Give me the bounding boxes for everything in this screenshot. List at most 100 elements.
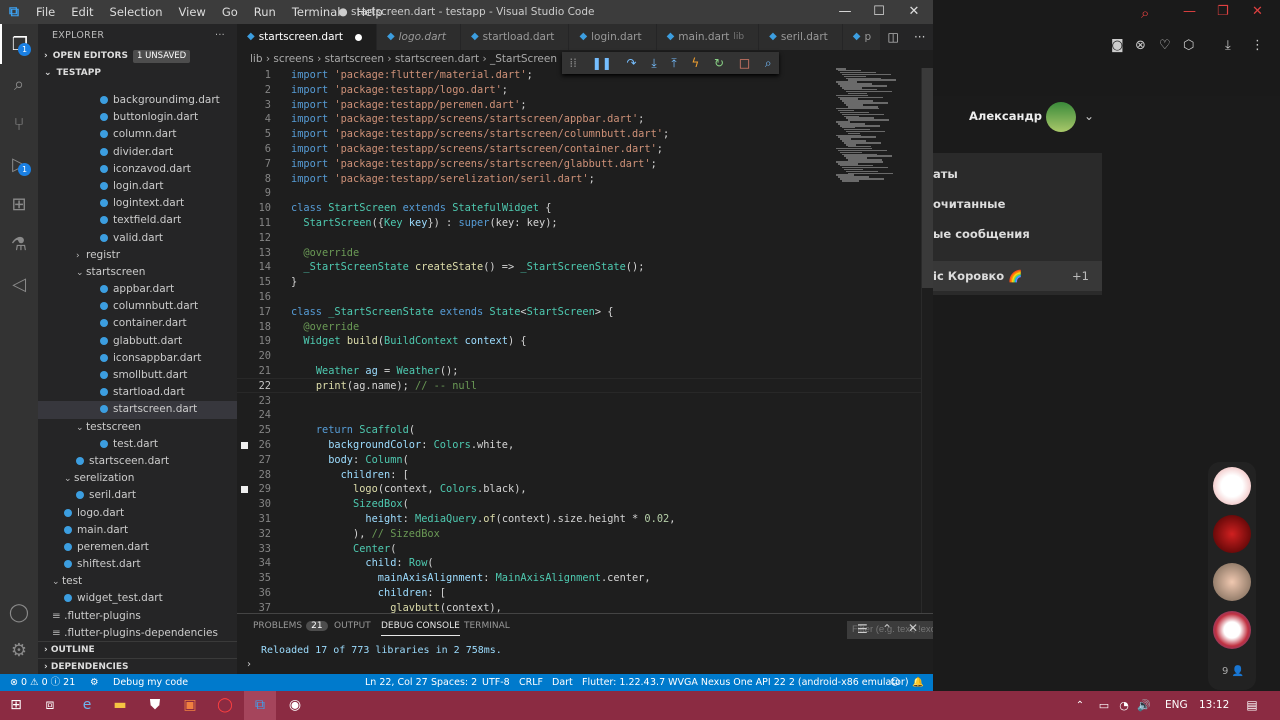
- heart-icon[interactable]: ♡: [1159, 38, 1171, 53]
- tab-logo[interactable]: ◆ logo.dart: [376, 24, 461, 50]
- pause-icon[interactable]: ❚❚: [592, 56, 612, 70]
- hot-reload-icon[interactable]: ϟ: [691, 56, 699, 70]
- menu-item-unread[interactable]: очитанные: [933, 197, 1005, 211]
- tree-item[interactable]: main.dart: [38, 522, 237, 539]
- friend-avatar[interactable]: [1213, 611, 1251, 649]
- debug-status-icon[interactable]: ⚙: [90, 674, 99, 691]
- cursor-position[interactable]: Ln 22, Col 27: [365, 674, 428, 691]
- project-section[interactable]: ⌄ TESTAPP: [38, 65, 237, 82]
- store-icon[interactable]: ⛊: [139, 691, 171, 720]
- tab-main[interactable]: ◆ main.dart lib: [656, 24, 760, 50]
- close-button[interactable]: ✕: [897, 0, 931, 24]
- tab-login[interactable]: ◆ login.dart: [569, 24, 657, 50]
- extensions-icon[interactable]: ⊞: [0, 184, 38, 224]
- console-prompt-icon[interactable]: ›: [247, 659, 251, 670]
- drag-handle-icon[interactable]: ⁞⁞: [569, 56, 577, 70]
- language-mode[interactable]: Dart: [552, 674, 573, 691]
- tree-item[interactable]: backgroundimg.dart: [38, 92, 237, 109]
- menu-go[interactable]: Go: [214, 0, 246, 24]
- notifications-icon[interactable]: 🔔: [912, 674, 924, 691]
- vscode-taskbar-icon[interactable]: ⧉: [244, 691, 276, 720]
- code-editor[interactable]: 1 import 'package:flutter/material.dart';…: [237, 68, 921, 613]
- task-view-icon[interactable]: ⧈: [34, 691, 66, 720]
- gutter-marker-icon[interactable]: [241, 442, 248, 449]
- step-out-icon[interactable]: ⤒: [671, 56, 676, 71]
- minimize-button[interactable]: —: [828, 0, 862, 24]
- tab-debug-console[interactable]: DEBUG CONSOLE: [381, 621, 460, 636]
- step-into-icon[interactable]: ⤓: [651, 56, 656, 71]
- tab-startload[interactable]: ◆ startload.dart: [460, 24, 570, 50]
- source-control-icon[interactable]: ⑂: [0, 104, 38, 144]
- tree-item[interactable]: ≡ .flutter-plugins-dependencies: [38, 625, 237, 642]
- tree-item[interactable]: ≡ .flutter-plugins: [38, 608, 237, 625]
- line-ending[interactable]: CRLF: [519, 674, 543, 691]
- notifications-icon[interactable]: ▤: [1236, 691, 1268, 720]
- minimize-icon[interactable]: —: [1183, 4, 1196, 19]
- language-indicator[interactable]: ENG: [1165, 691, 1188, 720]
- tree-item[interactable]: textfield.dart: [38, 212, 237, 229]
- breadcrumb-item[interactable]: startscreen: [325, 53, 384, 65]
- stop-icon[interactable]: □: [739, 56, 750, 70]
- tree-item[interactable]: glabbutt.dart: [38, 333, 237, 350]
- tree-item[interactable]: seril.dart: [38, 487, 237, 504]
- more-icon[interactable]: ⋮: [1251, 38, 1264, 53]
- tree-item[interactable]: ⌄ test: [38, 573, 237, 590]
- friend-avatar[interactable]: [1213, 515, 1251, 553]
- feedback-icon[interactable]: ☺: [890, 674, 900, 691]
- tree-item[interactable]: startscreen.dart: [38, 401, 237, 419]
- tree-item[interactable]: logo.dart: [38, 505, 237, 522]
- menu-item-messages[interactable]: ые сообщения: [933, 227, 1030, 241]
- clock[interactable]: 13:12: [1199, 691, 1229, 720]
- friend-avatar[interactable]: [1213, 563, 1251, 601]
- menu-item-contact[interactable]: іс Коровко 🌈: [933, 269, 1023, 283]
- tree-item[interactable]: ⌄ startscreen: [38, 264, 237, 281]
- friend-avatar[interactable]: [1213, 467, 1251, 505]
- tab-startscreen[interactable]: ◆ startscreen.dart: [237, 24, 377, 50]
- close-icon[interactable]: ✕: [1252, 4, 1263, 19]
- tab-seril[interactable]: ◆ seril.dart: [759, 24, 843, 50]
- messenger-profile-header[interactable]: Александр ⌄: [933, 96, 1280, 138]
- breadcrumb-item[interactable]: _StartScreen: [490, 53, 557, 65]
- avatar[interactable]: [1046, 102, 1076, 132]
- tree-item[interactable]: startload.dart: [38, 384, 237, 401]
- cube-icon[interactable]: ⬡: [1183, 38, 1194, 53]
- menu-selection[interactable]: Selection: [102, 0, 171, 24]
- search-icon[interactable]: ⌕: [0, 64, 38, 104]
- restore-icon[interactable]: ❐: [1217, 4, 1229, 19]
- unsaved-dot-icon[interactable]: [354, 33, 362, 41]
- tree-item[interactable]: ⌄ testscreen: [38, 419, 237, 436]
- tree-item[interactable]: valid.dart: [38, 230, 237, 247]
- debug-config[interactable]: Debug my code: [113, 674, 188, 691]
- menu-view[interactable]: View: [171, 0, 214, 24]
- opera-icon[interactable]: ◯: [209, 691, 241, 720]
- breadcrumb-item[interactable]: lib: [250, 53, 263, 65]
- settings-gear-icon[interactable]: ⚙: [0, 630, 38, 670]
- more-actions-icon[interactable]: ···: [215, 24, 225, 48]
- menu-run[interactable]: Run: [246, 0, 284, 24]
- menu-edit[interactable]: Edit: [63, 0, 101, 24]
- tab-output[interactable]: OUTPUT: [334, 621, 371, 631]
- maximize-panel-icon[interactable]: ⌃: [882, 622, 892, 636]
- scrollbar-thumb[interactable]: [922, 68, 933, 288]
- open-editors-section[interactable]: › OPEN EDITORS 1 UNSAVED: [38, 48, 237, 65]
- tree-item[interactable]: ⌄ serelization: [38, 470, 237, 487]
- split-editor-icon[interactable]: ◫: [888, 30, 899, 44]
- tree-item[interactable]: widget_test.dart: [38, 590, 237, 607]
- tree-item[interactable]: startsceen.dart: [38, 453, 237, 470]
- tree-item[interactable]: logintext.dart: [38, 195, 237, 212]
- step-over-icon[interactable]: ↷: [627, 56, 637, 70]
- gutter-marker-icon[interactable]: [241, 486, 248, 494]
- clear-console-icon[interactable]: ☰: [857, 622, 868, 636]
- menu-terminal[interactable]: Terminal: [284, 0, 349, 24]
- search-icon[interactable]: ⌕: [1141, 4, 1149, 22]
- run-debug-icon[interactable]: ▷1: [0, 144, 38, 184]
- dependencies-section[interactable]: › DEPENDENCIES: [38, 658, 237, 675]
- tree-item[interactable]: iconzavod.dart: [38, 161, 237, 178]
- outline-section[interactable]: › OUTLINE: [38, 641, 237, 658]
- menu-help[interactable]: Help: [348, 0, 390, 24]
- problems-status[interactable]: ⊗ 0 ⚠ 0 ⓘ 21: [10, 674, 75, 691]
- tab-terminal[interactable]: TERMINAL: [464, 621, 510, 631]
- file-explorer-icon[interactable]: ▬: [104, 691, 136, 720]
- app-icon[interactable]: ◉: [279, 691, 311, 720]
- maximize-button[interactable]: ☐: [862, 0, 896, 24]
